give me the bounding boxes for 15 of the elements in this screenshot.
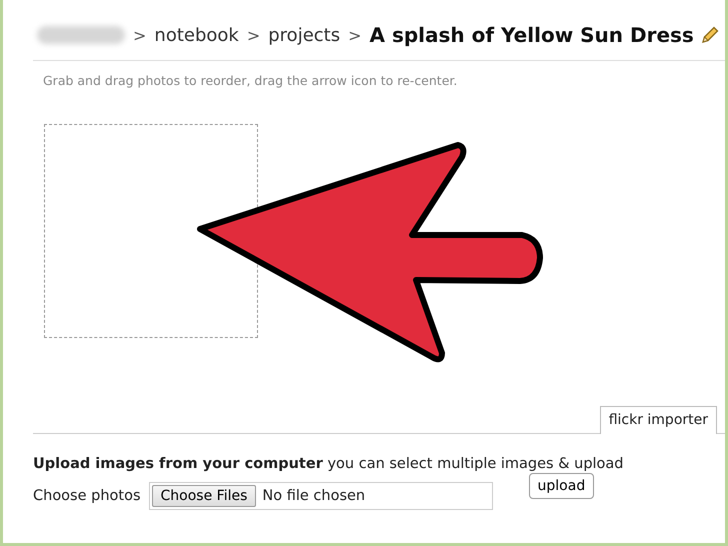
upload-instruction: Upload images from your computer you can select multiple images & upload xyxy=(33,456,625,472)
project-title: A splash of Yellow Sun Dress xyxy=(370,23,694,47)
pencil-icon[interactable] xyxy=(700,25,720,45)
upload-button[interactable]: upload xyxy=(528,473,594,499)
breadcrumb-link[interactable]: projects xyxy=(268,24,340,46)
choose-files-button[interactable]: Choose Files xyxy=(152,485,256,507)
file-input[interactable]: Choose Files No file chosen xyxy=(148,482,493,510)
breadcrumb-separator: > xyxy=(348,26,362,44)
file-status: No file chosen xyxy=(262,488,366,504)
field-label: Choose photos xyxy=(33,488,141,504)
tab[interactable]: flickr importer xyxy=(600,406,717,434)
breadcrumb-separator: > xyxy=(246,26,260,44)
instruction-text: Grab and drag photos to reorder, drag the arrow icon to re-center. xyxy=(43,73,458,88)
breadcrumb-separator: > xyxy=(133,26,146,44)
breadcrumb-link[interactable]: notebook xyxy=(154,24,239,46)
